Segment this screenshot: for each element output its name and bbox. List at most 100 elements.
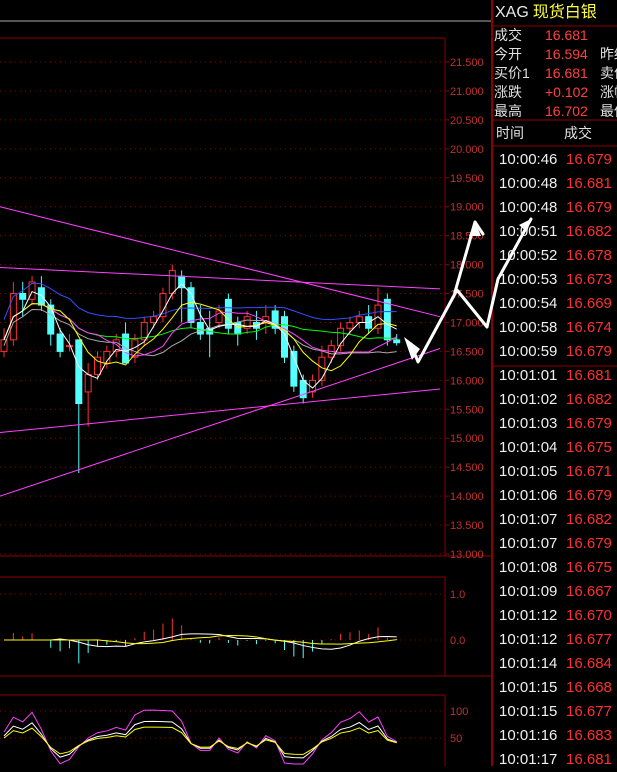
tick-row[interactable]: 10:00:48 16.681 xyxy=(492,172,617,196)
candle xyxy=(234,316,242,346)
tick-time: 10:01:08 xyxy=(499,559,558,576)
candle-body xyxy=(75,339,83,405)
tick-time: 10:00:48 xyxy=(499,199,558,216)
quote-table: 成交 16.681 今开 16.594 昨结买价1 16.681 卖价涨跌 +0.102 涨幅最… xyxy=(492,26,617,121)
tick-price: 16.679 xyxy=(566,343,612,360)
tick-row[interactable]: 10:01:14 16.684 xyxy=(492,652,617,676)
kdj-k-line xyxy=(3,720,397,759)
tick-time: 10:01:05 xyxy=(499,463,558,480)
tick-time: 10:01:15 xyxy=(499,703,558,720)
ticks-header-price: 成交 xyxy=(564,125,592,141)
quote-row: 买价1 16.681 卖价 xyxy=(492,64,617,83)
price-tick-label: 20.500 xyxy=(450,115,484,127)
tick-time: 10:00:48 xyxy=(499,175,558,192)
candle xyxy=(262,305,270,335)
tick-row[interactable]: 10:01:09 16.667 xyxy=(492,580,617,604)
candle xyxy=(355,310,363,329)
tick-row[interactable]: 10:00:52 16.678 xyxy=(492,244,617,268)
price-tick-label: 19.500 xyxy=(450,173,484,185)
tick-price: 16.681 xyxy=(566,175,612,192)
tick-time: 10:01:12 xyxy=(499,607,558,624)
tick-row[interactable]: 10:01:15 16.668 xyxy=(492,676,617,700)
ticks-header-time: 时间 xyxy=(496,125,524,141)
quote-label-2: 卖价 xyxy=(600,65,617,81)
tick-price: 16.667 xyxy=(566,583,612,600)
tick-row[interactable]: 10:00:58 16.674 xyxy=(492,316,617,340)
quote-value: 16.702 xyxy=(545,103,588,119)
tick-row[interactable]: 10:00:51 16.682 xyxy=(492,220,617,244)
quote-value: 16.681 xyxy=(545,65,588,81)
candle xyxy=(122,322,130,364)
tick-row[interactable]: 10:01:15 16.677 xyxy=(492,700,617,724)
tick-time: 10:01:02 xyxy=(499,391,558,408)
quote-label: 成交 xyxy=(494,27,522,43)
tick-time: 10:00:53 xyxy=(499,271,558,288)
tick-time: 10:00:54 xyxy=(499,295,558,312)
macd-tick-label: 0.0 xyxy=(450,635,465,647)
tick-price: 16.684 xyxy=(566,655,612,672)
candle xyxy=(271,305,279,335)
tick-list[interactable]: 10:00:46 16.679 10:00:48 16.681 10:00:48 16.6… xyxy=(492,148,617,772)
quote-row: 今开 16.594 昨结 xyxy=(492,45,617,64)
tick-row[interactable]: 10:01:06 16.679 xyxy=(492,484,617,508)
candle xyxy=(224,293,232,335)
tick-price: 16.681 xyxy=(566,367,612,384)
tick-price: 16.679 xyxy=(566,199,612,216)
tick-row[interactable]: 10:01:12 16.670 xyxy=(492,604,617,628)
candle-body xyxy=(168,269,176,295)
quote-label: 最高 xyxy=(494,103,522,119)
tick-time: 10:01:01 xyxy=(499,367,558,384)
tick-time: 10:01:07 xyxy=(499,535,558,552)
candle xyxy=(365,305,373,335)
tick-price: 16.679 xyxy=(566,535,612,552)
candle-body xyxy=(84,374,92,393)
candle xyxy=(9,281,17,346)
tick-row[interactable]: 10:01:08 16.675 xyxy=(492,556,617,580)
candle-body xyxy=(150,316,158,323)
tick-row[interactable]: 10:01:02 16.682 xyxy=(492,388,617,412)
kdj-tick-label: 100 xyxy=(450,706,468,718)
tick-price: 16.669 xyxy=(566,295,612,312)
tick-row[interactable]: 10:00:59 16.679 xyxy=(492,340,617,364)
quote-row: 最高 16.702 最低 xyxy=(492,102,617,121)
tick-row[interactable]: 10:01:05 16.671 xyxy=(492,460,617,484)
candle-body xyxy=(56,333,64,352)
price-tick-label: 16.000 xyxy=(450,375,484,387)
tick-row[interactable]: 10:01:04 16.675 xyxy=(492,436,617,460)
trend-line xyxy=(0,388,441,433)
candle xyxy=(206,310,214,358)
tick-row[interactable]: 10:00:48 16.679 xyxy=(492,196,617,220)
tick-row[interactable]: 10:01:17 16.681 xyxy=(492,748,617,772)
tick-row[interactable]: 10:01:16 16.683 xyxy=(492,724,617,748)
tick-row[interactable]: 10:01:07 16.682 xyxy=(492,508,617,532)
quote-row: 涨跌 +0.102 涨幅 xyxy=(492,83,617,102)
candle-body xyxy=(19,293,27,300)
candle xyxy=(37,276,45,311)
candle xyxy=(281,310,288,363)
instrument-name: 现货白银 xyxy=(532,4,597,21)
candle xyxy=(75,339,83,473)
tick-time: 10:00:51 xyxy=(499,223,558,240)
tick-time: 10:01:15 xyxy=(499,679,558,696)
tick-row[interactable]: 10:00:46 16.679 xyxy=(492,148,617,172)
tick-time: 10:00:59 xyxy=(499,343,558,360)
tick-row[interactable]: 10:01:07 16.679 xyxy=(492,532,617,556)
candle-body xyxy=(281,316,288,358)
tick-price: 16.679 xyxy=(566,487,612,504)
tick-price: 16.670 xyxy=(566,607,612,624)
tick-row[interactable]: 10:01:03 16.679 xyxy=(492,412,617,436)
price-tick-label: 13.500 xyxy=(450,520,484,532)
price-tick-label: 13.000 xyxy=(450,549,484,561)
candle xyxy=(374,287,382,335)
tick-row[interactable]: 10:00:53 16.673 xyxy=(492,268,617,292)
tick-price: 16.671 xyxy=(566,463,612,480)
tick-price: 16.681 xyxy=(566,751,612,768)
trend-line xyxy=(0,348,441,497)
quote-label: 涨跌 xyxy=(494,84,522,100)
tick-price: 16.673 xyxy=(566,271,612,288)
tick-price: 16.679 xyxy=(566,151,612,168)
tick-time: 10:01:17 xyxy=(499,751,558,768)
tick-row[interactable]: 10:01:12 16.677 xyxy=(492,628,617,652)
tick-row[interactable]: 10:00:54 16.669 xyxy=(492,292,617,316)
tick-row[interactable]: 10:01:01 16.681 xyxy=(492,364,617,388)
